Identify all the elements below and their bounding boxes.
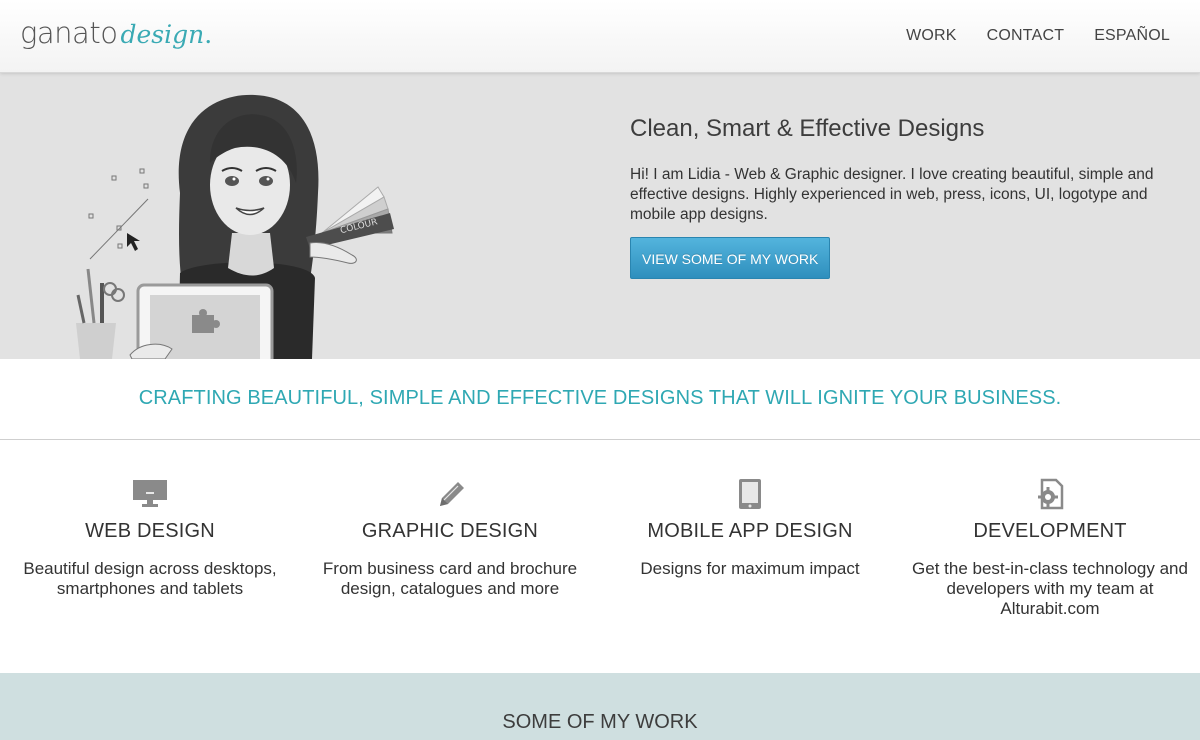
service-title: WEB DESIGN (85, 520, 215, 542)
service-description: Beautiful design across desktops, smartp… (23, 559, 277, 598)
work-section-title: SOME OF MY WORK (502, 711, 698, 733)
colour-swatch-fan: COLOUR (306, 186, 394, 249)
designer-illustration: COLOUR (76, 94, 394, 359)
service-title: GRAPHIC DESIGN (361, 520, 539, 542)
nav-language-link[interactable]: ESPAÑOL (1094, 27, 1170, 45)
hero-title: Clean, Smart & Effective Designs (630, 115, 985, 142)
tablet-icon (739, 479, 761, 509)
service-title: MOBILE APP DESIGN (647, 520, 853, 542)
service-graphic-design: GRAPHIC DESIGN From business card and br… (300, 478, 600, 599)
service-description: Get the best-in-class technology and dev… (912, 559, 1188, 618)
pencil-cup (76, 323, 116, 359)
gear-document-icon (1038, 478, 1064, 510)
service-mobile-app-design: MOBILE APP DESIGN Designs for maximum im… (600, 478, 900, 579)
hero-text-block: Clean, Smart & Effective Designs Hi! I a… (630, 115, 1180, 279)
hero-section: COLOUR Clean, Smart & Effective Designs … (0, 73, 1200, 359)
nav-contact-link[interactable]: CONTACT (987, 27, 1065, 45)
tagline-text: CRAFTING BEAUTIFUL, SIMPLE AND EFFECTIVE… (138, 387, 1062, 409)
service-development: DEVELOPMENT Get the best-in-class techno… (900, 478, 1200, 619)
monitor-icon (133, 480, 167, 507)
cursor-arrow (127, 233, 140, 251)
logo-dot: . (204, 20, 213, 49)
logo-sub-text: design (120, 20, 205, 49)
hero-description: Hi! I am Lidia - Web & Graphic designer.… (630, 166, 1154, 223)
logo-main-text: ganato (20, 16, 118, 50)
view-work-button[interactable]: VIEW SOME OF MY WORK (630, 237, 831, 279)
service-title: DEVELOPMENT (973, 520, 1127, 542)
services-section: WEB DESIGN Beautiful design across deskt… (0, 440, 1200, 673)
puzzle-icon (192, 315, 214, 333)
vector-path-doodle (88, 168, 149, 260)
work-section: SOME OF MY WORK (0, 673, 1200, 740)
service-description: From business card and brochure design, … (322, 559, 578, 598)
tagline-section: CRAFTING BEAUTIFUL, SIMPLE AND EFFECTIVE… (0, 359, 1200, 440)
service-web-design: WEB DESIGN Beautiful design across deskt… (0, 478, 300, 599)
service-description: Designs for maximum impact (640, 559, 860, 578)
site-header: ganato design . WORK CONTACT ESPAÑOL (0, 0, 1200, 73)
main-nav: WORK CONTACT ESPAÑOL (906, 27, 1170, 45)
site-logo[interactable]: ganato design . (20, 16, 212, 56)
pencil-icon (440, 482, 464, 506)
nav-work-link[interactable]: WORK (906, 27, 957, 45)
